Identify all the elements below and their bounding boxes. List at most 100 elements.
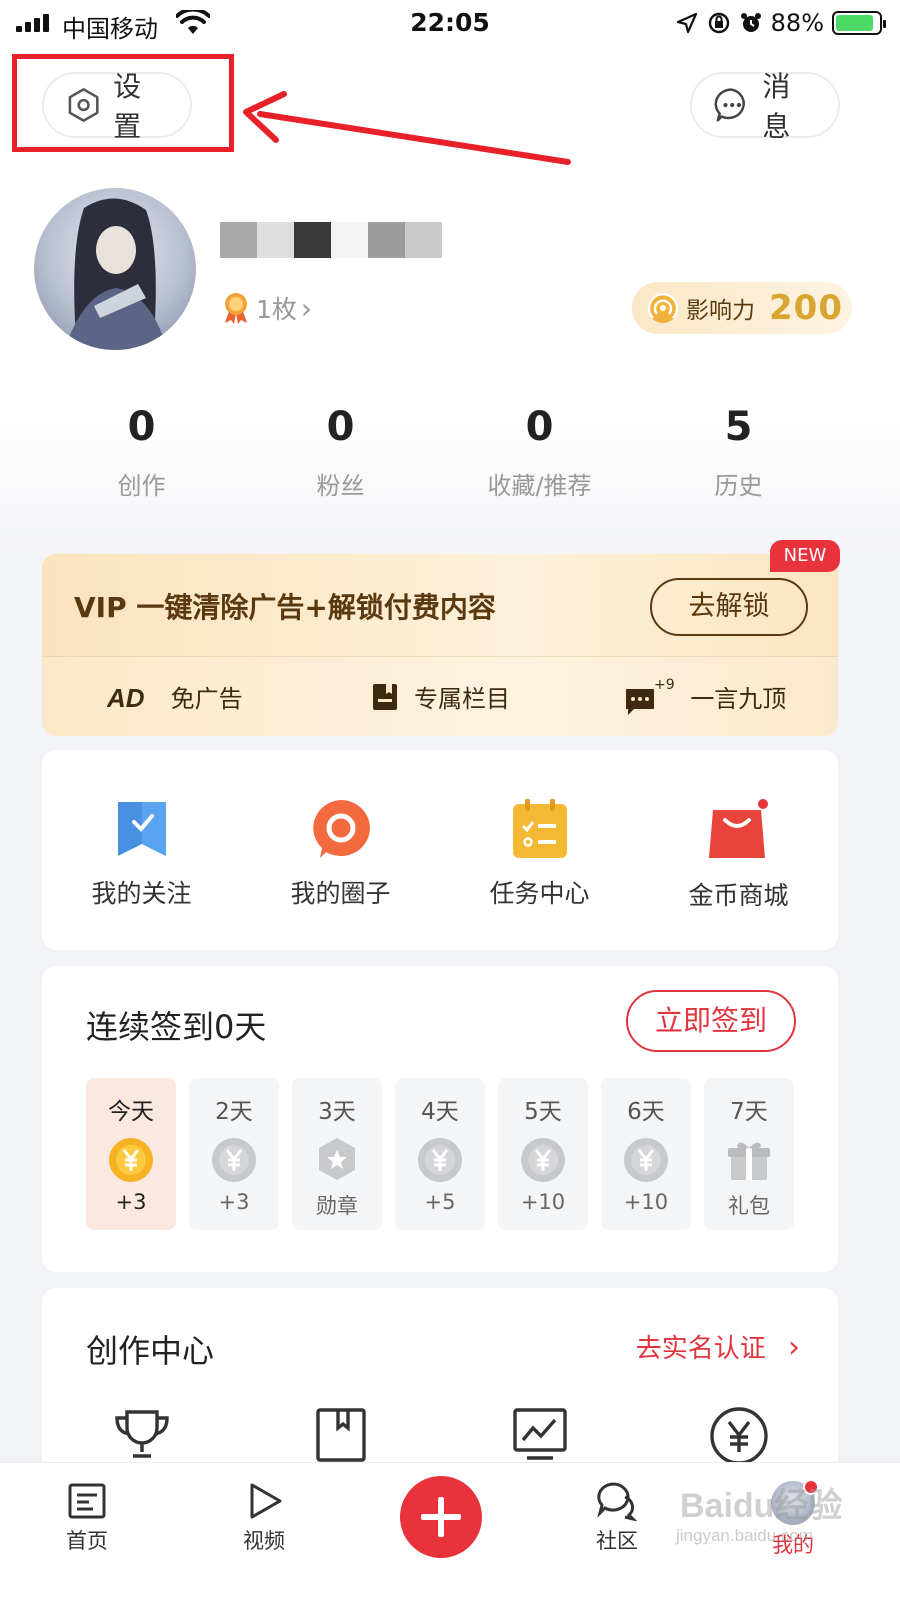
day-reward: +3: [218, 1190, 250, 1214]
tab-video[interactable]: 视频: [209, 1481, 319, 1555]
quick-link-label: 我的关注: [91, 879, 192, 908]
shopping-bag-icon: [708, 799, 768, 858]
coin-icon: [418, 1138, 462, 1182]
influence-signal-icon: [647, 293, 679, 323]
checkin-card: 连续签到0天 立即签到 今天 +3 2天 +3 3天 勋章 4天 +5 5天 +…: [42, 966, 838, 1272]
gold-coin-icon: [109, 1138, 153, 1182]
messages-button[interactable]: 消息: [690, 70, 840, 143]
message-bubble-icon: [714, 88, 745, 122]
coin-icon: [521, 1138, 565, 1182]
boost-badge: +9: [654, 677, 675, 693]
verify-identity-link[interactable]: 去实名认证 ›: [636, 1328, 800, 1365]
unlock-button[interactable]: 去解锁: [650, 578, 808, 636]
battery-percent: 88%: [770, 9, 824, 37]
influence-value: 200: [769, 288, 843, 328]
checkin-day-7[interactable]: 7天 礼包: [704, 1078, 794, 1230]
day-label: 今天: [108, 1099, 154, 1125]
day-label: 7天: [730, 1099, 768, 1125]
vip-feature-columns[interactable]: 专属栏目: [307, 679, 572, 714]
bookmark-icon: [117, 802, 166, 856]
avatar[interactable]: [34, 188, 196, 350]
vip-feature-no-ads[interactable]: AD 免广告: [42, 679, 307, 714]
avatar-illustration: [64, 198, 168, 350]
day-reward: +5: [424, 1190, 456, 1214]
stat-fans[interactable]: 0 粉丝: [241, 404, 440, 501]
day-reward: 礼包: [728, 1194, 770, 1218]
quick-link-label: 任务中心: [489, 879, 590, 908]
vip-feature-boost[interactable]: +9 一言九顶: [573, 677, 838, 717]
home-doc-icon: [68, 1483, 106, 1519]
stat-value: 5: [724, 404, 753, 450]
quick-link-label: 金币商城: [688, 881, 789, 910]
day-label: 3天: [318, 1099, 356, 1125]
comment-boost-icon: +9: [626, 677, 675, 715]
checkin-day-2[interactable]: 2天 +3: [189, 1078, 279, 1230]
quick-link-coin-store[interactable]: 金币商城: [639, 750, 838, 950]
trophy-icon[interactable]: [113, 1406, 171, 1464]
day-label: 2天: [215, 1099, 253, 1125]
quick-link-tasks[interactable]: 任务中心: [440, 750, 639, 950]
day-reward: +10: [623, 1190, 669, 1214]
stat-history[interactable]: 5 历史: [639, 404, 838, 501]
username-redacted: [220, 222, 442, 258]
stat-label: 创作: [117, 472, 166, 500]
status-bar: 中国移动 22:05 88%: [0, 0, 900, 46]
checkin-days: 今天 +3 2天 +3 3天 勋章 4天 +5 5天 +10 6天 +10 7天…: [86, 1078, 794, 1230]
influence-badge[interactable]: 影响力 200: [632, 282, 852, 334]
chart-icon[interactable]: [511, 1406, 569, 1464]
location-arrow-icon: [676, 12, 697, 34]
quick-links-card: 我的关注 我的圈子 任务中心 金币商城: [42, 750, 838, 950]
tab-label: 视频: [243, 1529, 285, 1553]
task-calendar-icon: [512, 799, 567, 858]
checkin-day-5[interactable]: 5天 +10: [498, 1078, 588, 1230]
tab-label: 社区: [596, 1529, 638, 1553]
tab-label: 首页: [66, 1529, 108, 1553]
stat-favorites[interactable]: 0 收藏/推荐: [440, 404, 639, 501]
ad-icon: AD: [107, 683, 145, 711]
community-chat-icon: [597, 1482, 638, 1521]
annotation-highlight-box: [12, 54, 234, 152]
day-reward: +3: [115, 1190, 147, 1214]
book-icon[interactable]: [314, 1406, 368, 1464]
vip-title: VIP 一键清除广告+解锁付费内容: [74, 591, 496, 624]
medal-icon: [225, 293, 247, 324]
alarm-icon: [740, 13, 761, 32]
medal-count: 1枚: [256, 295, 297, 324]
battery-icon: [832, 11, 886, 35]
coin-icon: [624, 1138, 668, 1182]
stat-label: 历史: [714, 472, 763, 500]
quick-link-circles[interactable]: 我的圈子: [241, 750, 440, 950]
column-book-icon: [372, 683, 397, 710]
coin-icon: [212, 1138, 256, 1182]
day-reward: +10: [520, 1190, 566, 1214]
day-label: 4天: [421, 1099, 459, 1125]
checkin-day-today[interactable]: 今天 +3: [86, 1078, 176, 1230]
vip-feature-label: 一言九顶: [690, 685, 787, 713]
new-badge: NEW: [770, 540, 840, 572]
checkin-day-4[interactable]: 4天 +5: [395, 1078, 485, 1230]
stat-label: 粉丝: [316, 472, 365, 500]
quick-link-following[interactable]: 我的关注: [42, 750, 241, 950]
play-icon: [250, 1483, 282, 1519]
yuan-icon[interactable]: [709, 1406, 769, 1466]
medal-icon: [319, 1138, 355, 1180]
stat-value: 0: [326, 404, 355, 450]
checkin-day-3[interactable]: 3天 勋章: [292, 1078, 382, 1230]
checkin-button[interactable]: 立即签到: [626, 990, 796, 1052]
gift-icon: [728, 1142, 770, 1180]
tab-community[interactable]: 社区: [562, 1481, 672, 1555]
svg-text:AD: AD: [107, 683, 145, 711]
day-label: 5天: [524, 1099, 562, 1125]
checkin-title: 连续签到0天: [86, 1008, 267, 1046]
stat-creations[interactable]: 0 创作: [42, 404, 241, 501]
chat-circle-icon: [312, 800, 370, 858]
tab-home[interactable]: 首页: [32, 1481, 142, 1555]
medal-link[interactable]: 1枚 ›: [220, 290, 312, 326]
watermark-logo: Baidu经验: [680, 1487, 843, 1525]
checkin-day-6[interactable]: 6天 +10: [601, 1078, 691, 1230]
vip-feature-label: 免广告: [170, 685, 243, 713]
medal-chevron: ›: [300, 291, 313, 325]
vip-card[interactable]: VIP 一键清除广告+解锁付费内容 去解锁 AD 免广告 专属栏目 +9 一言九…: [42, 554, 838, 736]
annotation-arrow-icon: [243, 91, 571, 165]
create-post-button[interactable]: [400, 1476, 482, 1558]
